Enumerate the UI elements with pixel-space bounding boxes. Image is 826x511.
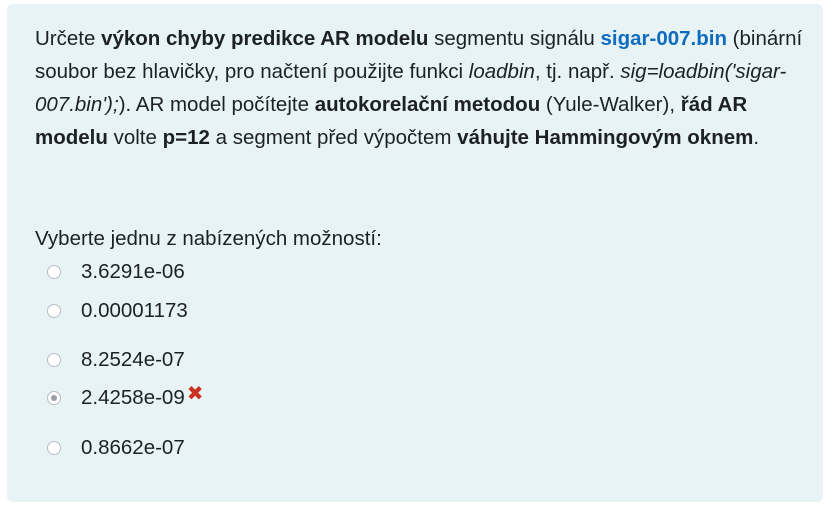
signal-file-link[interactable]: sigar-007.bin [601, 27, 727, 50]
question-text-bold: výkon chyby predikce AR modelu [101, 27, 429, 50]
question-text-part: segmentu signálu [428, 27, 601, 50]
answer-radio[interactable] [47, 265, 61, 279]
question-text-bold: autokorelační metodou [314, 93, 541, 116]
question-text-part: . [753, 126, 760, 149]
question-text: Určete výkon chyby predikce AR modelu se… [35, 22, 815, 154]
answer-option[interactable]: 0.00001173 [47, 296, 188, 326]
answer-option-selected[interactable]: 2.4258e-09 ✖ [47, 383, 204, 413]
answer-label[interactable]: 0.8662e-07 [81, 436, 185, 460]
answer-option[interactable]: 3.6291e-06 [47, 257, 185, 287]
answer-prompt: Vyberte jednu z nabízených možností: [35, 227, 382, 250]
answer-option[interactable]: 8.2524e-07 [47, 345, 185, 375]
question-text-part: volte [107, 126, 163, 149]
answer-option[interactable]: 0.8662e-07 [47, 433, 185, 463]
answer-radio[interactable] [47, 304, 61, 318]
question-text-part: a segment před výpočtem [209, 126, 458, 149]
answer-radio[interactable] [47, 353, 61, 367]
answer-label[interactable]: 0.00001173 [81, 299, 188, 323]
question-text-part: ). AR model počítejte [118, 93, 315, 116]
question-panel: Určete výkon chyby predikce AR modelu se… [7, 4, 823, 502]
incorrect-cross-icon: ✖ [186, 382, 204, 405]
answer-label[interactable]: 8.2524e-07 [81, 348, 185, 372]
answer-label[interactable]: 3.6291e-06 [81, 260, 185, 284]
question-text-part: (Yule-Walker), [540, 93, 681, 116]
question-text-bold: váhujte Hammingovým oknem [457, 126, 754, 149]
question-text-part: , tj. např. [534, 60, 621, 83]
answer-radio[interactable] [47, 441, 61, 455]
answer-label[interactable]: 2.4258e-09 [81, 386, 185, 410]
answer-radio-checked[interactable] [47, 391, 61, 405]
question-text-part: Určete [35, 27, 102, 50]
question-text-italic: loadbin [468, 60, 535, 83]
question-text-bold: p=12 [162, 126, 210, 149]
